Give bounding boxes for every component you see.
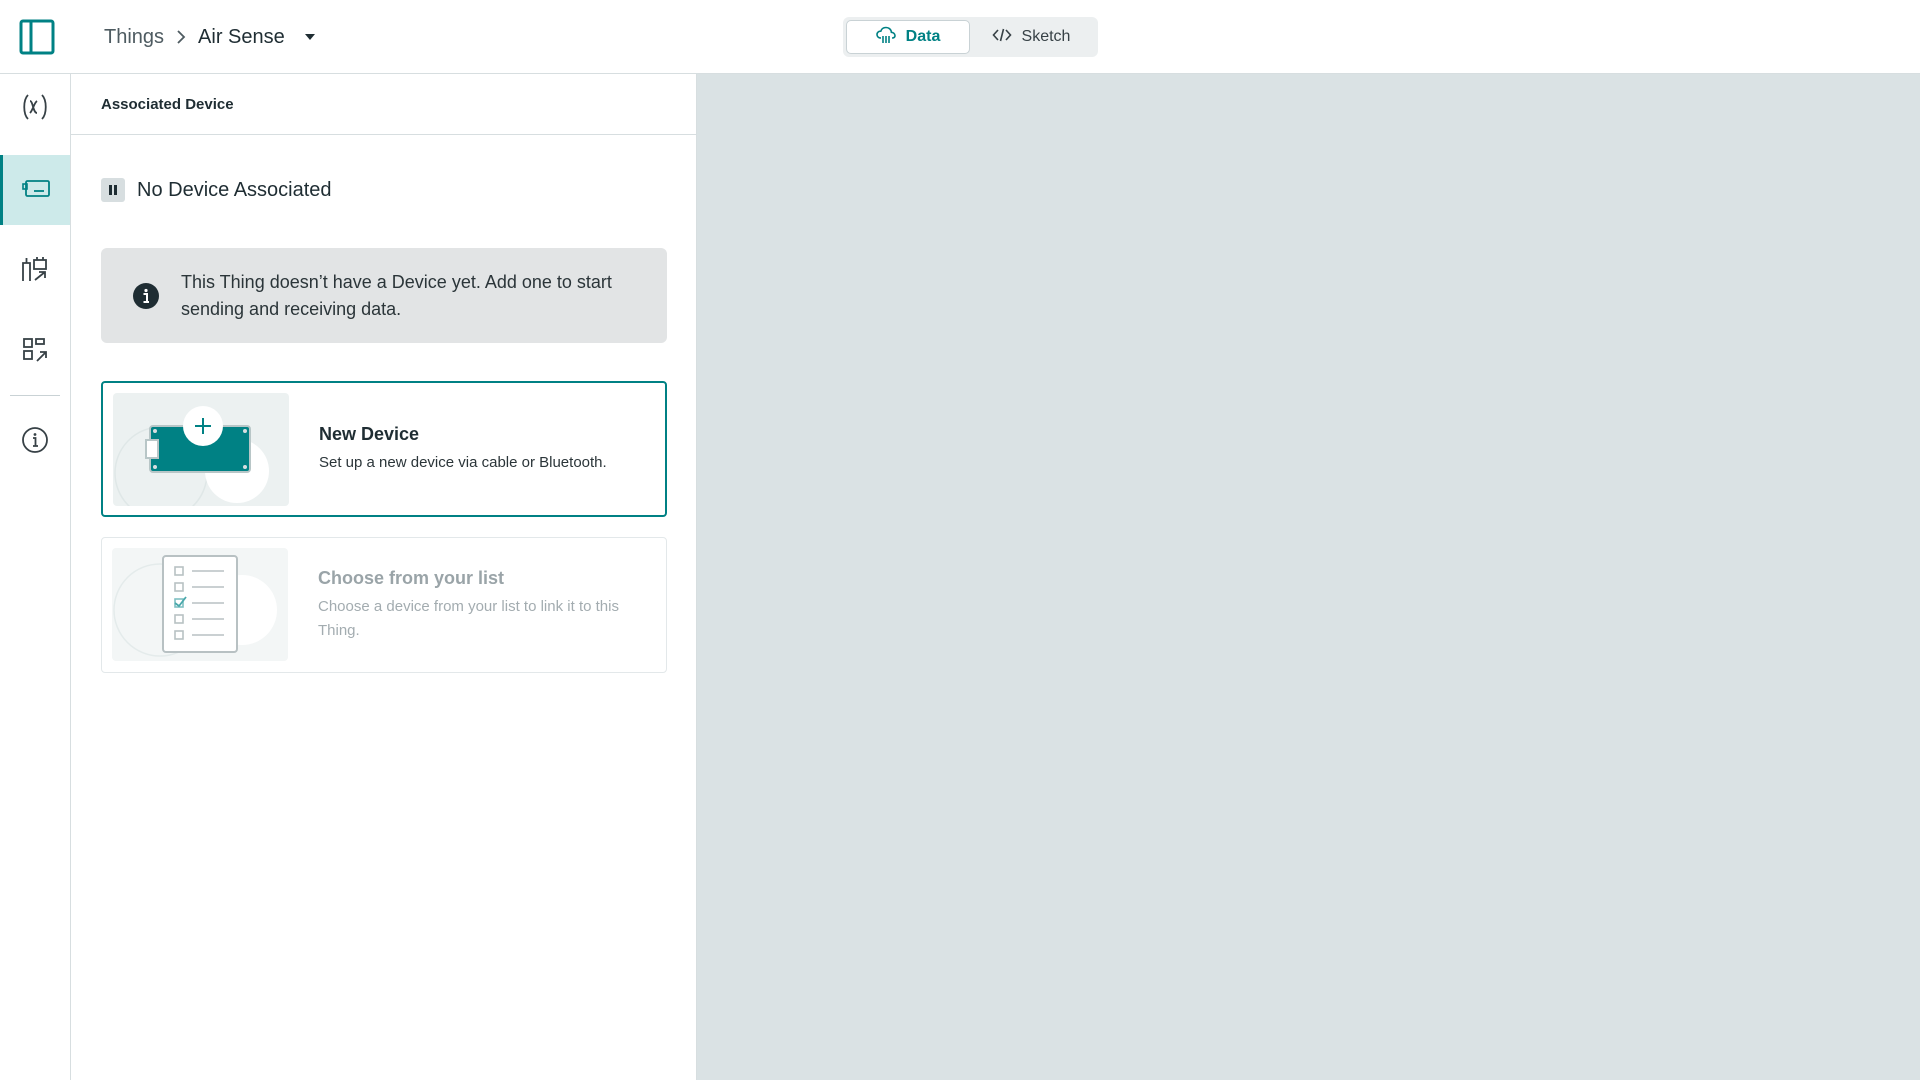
rail-item-variables[interactable] (0, 74, 70, 144)
tab-data-label: Data (905, 28, 941, 45)
tab-sketch-label: Sketch (1021, 28, 1071, 45)
left-rail (0, 74, 71, 1080)
new-device-title: New Device (319, 423, 420, 444)
info-text: This Thing doesn’t have a Device yet. Ad… (181, 271, 612, 319)
breadcrumb: Things Air Sense (104, 22, 323, 52)
pause-icon (101, 178, 125, 202)
caret-down-icon[interactable] (303, 27, 323, 47)
new-device-description: Set up a new device via cable or Bluetoo… (319, 453, 607, 471)
code-icon (991, 27, 1012, 48)
content-canvas (697, 74, 1920, 1080)
new-device-text: New Device Set up a new device via cable… (319, 424, 659, 475)
status-title: No Device Associated (137, 178, 332, 201)
associated-device-panel: Associated Device No Device Associated T… (71, 74, 697, 1080)
dashboard-link-icon (21, 336, 49, 369)
choose-from-list-description: Choose a device from your list to link i… (318, 597, 619, 639)
new-device-card[interactable]: New Device Set up a new device via cable… (101, 381, 667, 517)
info-icon (21, 426, 49, 459)
device-list-illustration (112, 548, 288, 661)
choose-from-list-title: Choose from your list (318, 567, 505, 588)
cloud-data-icon (875, 26, 896, 49)
choose-from-list-text: Choose from your list Choose a device fr… (318, 568, 658, 643)
choose-from-list-card: Choose from your list Choose a device fr… (101, 537, 667, 673)
device-icon (21, 176, 52, 205)
info-filled-icon (133, 282, 159, 309)
rail-item-network[interactable] (0, 236, 70, 306)
info-banner: This Thing doesn’t have a Device yet. Ad… (101, 248, 667, 343)
panel-header: Associated Device (71, 74, 696, 135)
thing-name: Air Sense (198, 25, 285, 48)
variables-icon (20, 92, 50, 127)
sidebar-toggle-icon[interactable] (19, 19, 55, 55)
breadcrumb-things-link[interactable]: Things (104, 26, 164, 49)
chevron-right-icon (176, 30, 186, 44)
rail-divider (10, 395, 60, 396)
rail-item-info[interactable] (0, 407, 70, 477)
network-icon (20, 254, 50, 289)
rail-item-dashboard[interactable] (0, 317, 70, 387)
tab-sketch[interactable]: Sketch (970, 20, 1092, 54)
view-switch: Data Sketch (843, 17, 1098, 57)
new-device-illustration (113, 393, 289, 506)
device-status: No Device Associated (101, 178, 332, 202)
tab-data[interactable]: Data (846, 20, 970, 54)
top-bar: Things Air Sense Data Sketch (0, 0, 1920, 74)
rail-item-device[interactable] (0, 155, 70, 225)
